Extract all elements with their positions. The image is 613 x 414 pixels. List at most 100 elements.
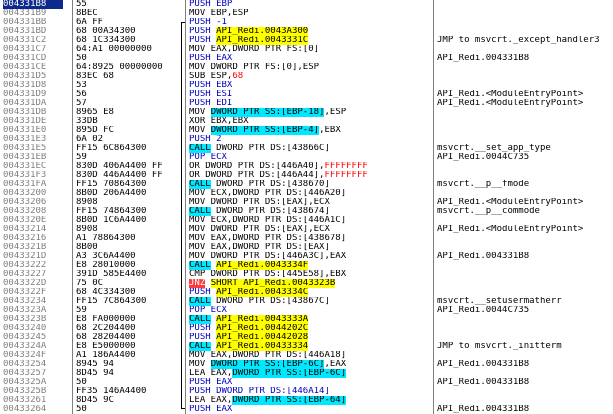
code-row[interactable]: 00433257 8D45 94 LEA EAX,DWORD PTR SS:[EBP… <box>0 369 613 378</box>
instruction-token: JNZ <box>189 279 206 288</box>
disassembly-cell: JNZ SHORT API_Redi.0043323B <box>189 279 433 288</box>
instruction-token: PUSH <box>189 18 217 27</box>
hex-dump-cell: 8BEC <box>76 9 98 18</box>
code-row[interactable]: 004331BD 68 00A34300 PUSH API_Redi.0043A30… <box>0 27 613 36</box>
address-cell: 00433222 <box>3 261 47 270</box>
code-row[interactable]: 004331DE 33DB XOR EBX,EBX <box>0 117 613 126</box>
disassembly-cell: MOV ECX,DWORD PTR DS:[446A1C] <box>189 216 433 225</box>
disassembly-cell: PUSH API_Redi.0043334C <box>189 288 433 297</box>
instruction-token: DWORD PTR DS:[438674] <box>210 207 330 216</box>
disassembly-pane[interactable]: 004331B8 55 PUSH EBP 004331B9 8BEC MOV EBP,ES… <box>0 0 613 414</box>
address-cell: 0043322D <box>3 279 47 288</box>
code-row[interactable]: 004331B9 8BEC MOV EBP,ESP <box>0 9 613 18</box>
instruction-token: POP ECX <box>189 153 227 162</box>
code-row[interactable]: 00433254 8945 94 MOV DWORD PTR SS:[EBP-6C]… <box>0 360 613 369</box>
comment-cell: API_Redi.004331B8 <box>437 378 530 387</box>
code-row[interactable]: 00433208 FF15 74864300 CALL DWORD PTR DS:[… <box>0 207 613 216</box>
address-cell: 004331C2 <box>3 36 47 45</box>
code-row[interactable]: 0043321B 8B00 MOV EAX,DWORD PTR DS:[EAX] <box>0 243 613 252</box>
code-row[interactable]: 004331E3 6A 02 PUSH 2 <box>0 135 613 144</box>
code-row[interactable]: 0043323A 59 POP ECX API_Redi.0044C735 <box>0 306 613 315</box>
hex-dump-cell: 56 <box>76 90 87 99</box>
hex-dump-cell: A3 3C6A4400 <box>76 252 136 261</box>
code-row[interactable]: 00433222 E8 28010000 CALL API_Redi.0043334… <box>0 261 613 270</box>
comment-cell <box>437 45 613 54</box>
code-row[interactable]: 00433240 68 2C204400 PUSH API_Redi.0044202… <box>0 324 613 333</box>
comment-cell: API_Redi.<ModuleEntryPoint> <box>437 225 584 234</box>
comment-cell <box>437 126 613 135</box>
code-row[interactable]: 00433216 A1 78864300 MOV EAX,DWORD PTR DS:… <box>0 234 613 243</box>
hex-dump-cell: 68 4C334300 <box>76 288 136 297</box>
disassembly-cell: OR DWORD PTR DS:[446A44],FFFFFFFF <box>189 171 433 180</box>
code-row[interactable]: 004331DA 57 PUSH EDI API_Redi.<ModuleEntryP… <box>0 99 613 108</box>
code-row[interactable]: 004331BB 6A FF PUSH -1 <box>0 18 613 27</box>
code-row[interactable]: 0043322D 75 0C JNZ SHORT API_Redi.0043323B <box>0 279 613 288</box>
comment-cell: API_Redi.<ModuleEntryPoint> <box>437 90 584 99</box>
code-row[interactable]: 004331B8 55 PUSH EBP <box>0 0 613 9</box>
code-row[interactable]: 004331F3 830D 446A4400 FF OR DWORD PTR DS:… <box>0 171 613 180</box>
code-row[interactable]: 0043322F 68 4C334300 PUSH API_Redi.0043334… <box>0 288 613 297</box>
code-row[interactable]: 0043325B FF35 146A4400 PUSH DWORD PTR DS:[… <box>0 387 613 396</box>
instruction-token: OR DWORD PTR DS:[446A44], <box>189 171 325 180</box>
code-row[interactable]: 004331FA FF15 70864300 CALL DWORD PTR DS:[… <box>0 180 613 189</box>
comment-cell <box>437 162 613 171</box>
comment-cell <box>437 261 613 270</box>
code-row[interactable]: 004331D9 56 PUSH ESI API_Redi.<ModuleEntryP… <box>0 90 613 99</box>
comment-cell: API_Redi.0044C735 <box>437 153 530 162</box>
code-row[interactable]: 004331EB 59 POP ECX API_Redi.0044C735 <box>0 153 613 162</box>
comment-cell <box>437 72 613 81</box>
disassembly-cell: MOV DWORD PTR DS:[EAX],ECX <box>189 198 433 207</box>
address-cell: 004331D9 <box>3 90 47 99</box>
code-row[interactable]: 004331DB 8965 E8 MOV DWORD PTR SS:[EBP-18]… <box>0 108 613 117</box>
code-row[interactable]: 004331D8 53 PUSH EBX <box>0 81 613 90</box>
instruction-token: MOV DWORD PTR DS:[EAX],ECX <box>189 198 330 207</box>
code-row[interactable]: 004331C2 68 1C334300 PUSH API_Redi.0043331… <box>0 36 613 45</box>
code-row[interactable]: 0043324F A1 186A4400 MOV EAX,DWORD PTR DS:… <box>0 351 613 360</box>
instruction-token: API_Redi.00433334 <box>216 342 309 351</box>
code-row[interactable]: 00433214 8908 MOV DWORD PTR DS:[EAX],ECX AP… <box>0 225 613 234</box>
disassembly-cell: PUSH EDI <box>189 99 433 108</box>
address-cell: 004331E5 <box>3 144 47 153</box>
code-row[interactable]: 0043325A 50 PUSH EAX API_Redi.004331B8 <box>0 378 613 387</box>
comment-cell <box>437 369 613 378</box>
instruction-token: CALL <box>189 144 211 153</box>
code-row[interactable]: 004331C7 64:A1 00000000 MOV EAX,DWORD PTR … <box>0 45 613 54</box>
address-cell: 004331DE <box>3 117 47 126</box>
code-row[interactable]: 00433227 391D 585E4400 CMP DWORD PTR DS:[4… <box>0 270 613 279</box>
instruction-token: CALL <box>189 297 211 306</box>
instruction-token: PUSH <box>189 135 217 144</box>
hex-dump-cell: 83EC 68 <box>76 72 114 81</box>
instruction-token: PUSH <box>189 36 217 45</box>
code-row[interactable]: 004331D5 83EC 68 SUB ESP,68 <box>0 72 613 81</box>
code-row[interactable]: 0043320E 8B0D 1C6A4400 MOV ECX,DWORD PTR D… <box>0 216 613 225</box>
code-row[interactable]: 00433200 8B0D 206A4400 MOV ECX,DWORD PTR D… <box>0 189 613 198</box>
code-row[interactable]: 0043321D A3 3C6A4400 MOV DWORD PTR DS:[446… <box>0 252 613 261</box>
comment-cell <box>437 351 613 360</box>
hex-dump-cell: 59 <box>76 153 87 162</box>
comment-cell <box>437 333 613 342</box>
code-row[interactable]: 00433245 68 28204400 PUSH API_Redi.0044202… <box>0 333 613 342</box>
code-row[interactable]: 004331E5 FF15 6C864300 CALL DWORD PTR DS:[… <box>0 144 613 153</box>
address-cell: 00433254 <box>3 360 47 369</box>
comment-cell <box>437 396 613 405</box>
code-row[interactable]: 004331EC 830D 406A4400 FF OR DWORD PTR DS:… <box>0 162 613 171</box>
instruction-token: MOV <box>189 108 211 117</box>
address-cell: 0043321B <box>3 243 47 252</box>
instruction-token: PUSH EAX <box>189 54 233 63</box>
instruction-token: API_Redi.0043331C <box>216 36 309 45</box>
code-row[interactable]: 004331E0 895D FC MOV DWORD PTR SS:[EBP-4],… <box>0 126 613 135</box>
address-cell: 0043321D <box>3 252 47 261</box>
instruction-token: MOV DWORD PTR DS:[EAX],ECX <box>189 225 330 234</box>
instruction-token: API_Redi.0043333A <box>216 315 309 324</box>
hex-dump-cell: 8908 <box>76 225 98 234</box>
code-row[interactable]: 00433206 8908 MOV DWORD PTR DS:[EAX],ECX AP… <box>0 198 613 207</box>
code-row[interactable]: 00433261 8D45 9C LEA EAX,DWORD PTR SS:[EBP… <box>0 396 613 405</box>
code-row[interactable]: 004331CD 50 PUSH EAX API_Redi.004331B8 <box>0 54 613 63</box>
disassembly-cell: CALL API_Redi.00433334 <box>189 342 433 351</box>
comment-cell: API_Redi.0044C735 <box>437 306 530 315</box>
code-row[interactable]: 004331CE 64:8925 00000000 MOV DWORD PTR FS… <box>0 63 613 72</box>
code-row[interactable]: 0043324A E8 E5000000 CALL API_Redi.0043333… <box>0 342 613 351</box>
code-row[interactable]: 00433234 FF15 7C864300 CALL DWORD PTR DS:[… <box>0 297 613 306</box>
code-row[interactable]: 00433264 50 PUSH EAX API_Redi.004331B8 <box>0 405 613 414</box>
code-row[interactable]: 0043323B E8 FA000000 CALL API_Redi.0043333… <box>0 315 613 324</box>
